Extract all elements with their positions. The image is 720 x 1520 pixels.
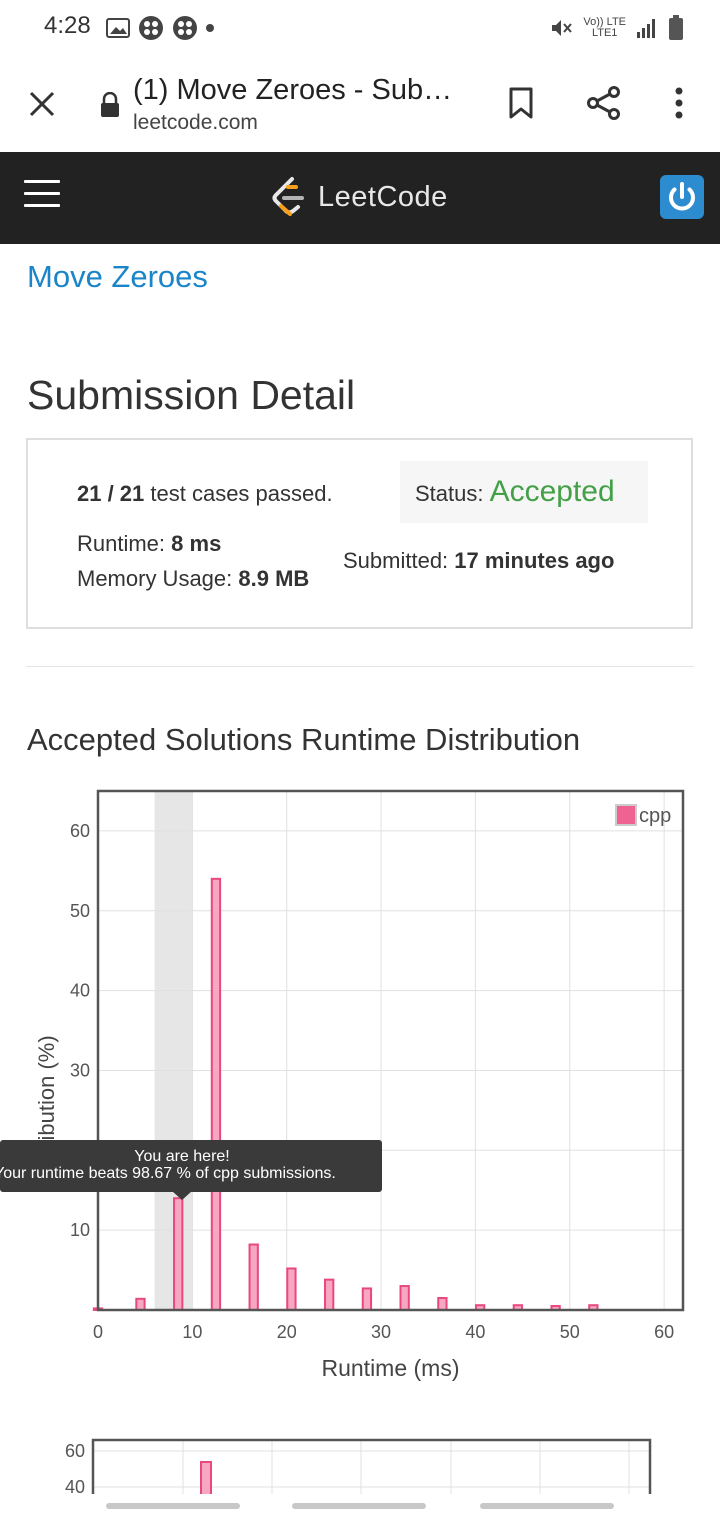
- lock-icon: [101, 92, 119, 117]
- power-icon: [669, 182, 695, 211]
- bar: [437, 1297, 448, 1311]
- problem-title-link[interactable]: Move Zeroes: [27, 259, 208, 295]
- gallery-icon: [106, 18, 130, 38]
- divider: [26, 666, 694, 667]
- y-tick-label: 30: [70, 1060, 90, 1080]
- bar: [210, 877, 222, 1311]
- app-icon: [139, 16, 163, 40]
- runtime-text: Runtime: 8 ms: [77, 531, 222, 556]
- submitted-text: Submitted: 17 minutes ago: [343, 548, 615, 573]
- power-button[interactable]: [660, 175, 704, 219]
- site-brand[interactable]: LeetCode: [318, 181, 448, 214]
- leetcode-logo-icon[interactable]: [270, 176, 308, 218]
- bar: [361, 1287, 373, 1311]
- app-icon: [173, 16, 197, 40]
- x-tick-label: 0: [93, 1322, 103, 1342]
- nav-back[interactable]: [480, 1503, 614, 1509]
- dot-icon: [206, 24, 214, 32]
- bar: [399, 1285, 410, 1311]
- x-tick-label: 20: [277, 1322, 297, 1342]
- y-tick-label: 60: [70, 821, 90, 841]
- bar: [173, 1197, 184, 1312]
- y-tick-label: 60: [65, 1441, 85, 1461]
- status-left-icons: [106, 14, 214, 42]
- y-tick-label: 10: [70, 1220, 90, 1240]
- share-icon[interactable]: [586, 85, 622, 121]
- bar: [200, 1461, 212, 1494]
- test-cases-text: 21 / 21 test cases passed.: [77, 481, 333, 506]
- tooltip-title: You are here!: [134, 1148, 230, 1165]
- bar: [135, 1297, 146, 1311]
- mute-icon: [552, 20, 573, 36]
- tooltip-caret: [172, 1191, 192, 1200]
- x-tick-label: 10: [182, 1322, 202, 1342]
- memory-text: Memory Usage: 8.9 MB: [77, 566, 310, 591]
- x-tick-label: 60: [654, 1322, 674, 1342]
- signal-icon: [637, 19, 655, 38]
- bar: [324, 1278, 335, 1311]
- bar: [248, 1243, 259, 1311]
- nav-recents[interactable]: [106, 1503, 240, 1509]
- page-title: Submission Detail: [27, 372, 356, 418]
- status-time: 4:28: [44, 12, 91, 39]
- plot-area-2: [93, 1440, 650, 1494]
- x-tick-label: 50: [560, 1322, 580, 1342]
- status-text: Status: Accepted: [415, 475, 615, 508]
- x-tick-label: 40: [465, 1322, 485, 1342]
- battery-icon: [669, 15, 683, 40]
- legend-swatch: [615, 804, 637, 826]
- y-tick-label: 40: [70, 981, 90, 1001]
- network-label: Vo)) LTE LTE1: [583, 16, 626, 39]
- url-domain[interactable]: leetcode.com: [133, 111, 258, 135]
- nav-home[interactable]: [292, 1503, 426, 1509]
- status-accepted[interactable]: Accepted: [490, 475, 615, 508]
- bookmark-icon[interactable]: [507, 86, 535, 120]
- runtime-distribution-chart[interactable]: 0102030405060102030405060cppRuntime (ms)…: [0, 780, 720, 1494]
- distribution-heading: Accepted Solutions Runtime Distribution: [27, 722, 581, 757]
- chart-tooltip: You are here! Your runtime beats 98.67 %…: [0, 1140, 382, 1192]
- x-tick-label: 30: [371, 1322, 391, 1342]
- y-tick-label: 50: [70, 901, 90, 921]
- close-icon[interactable]: [28, 90, 56, 118]
- legend-label: cpp: [639, 805, 671, 827]
- tooltip-detail: Your runtime beats 98.67 % of cpp submis…: [0, 1165, 336, 1182]
- bar: [286, 1267, 297, 1312]
- y-tick-label: 40: [65, 1477, 85, 1494]
- menu-icon[interactable]: [24, 180, 60, 208]
- x-axis-label: Runtime (ms): [321, 1355, 459, 1381]
- status-right-icons: Vo)) LTE LTE1: [549, 12, 684, 44]
- tab-title[interactable]: (1) Move Zeroes - Sub…: [133, 74, 452, 107]
- more-icon[interactable]: [672, 86, 686, 120]
